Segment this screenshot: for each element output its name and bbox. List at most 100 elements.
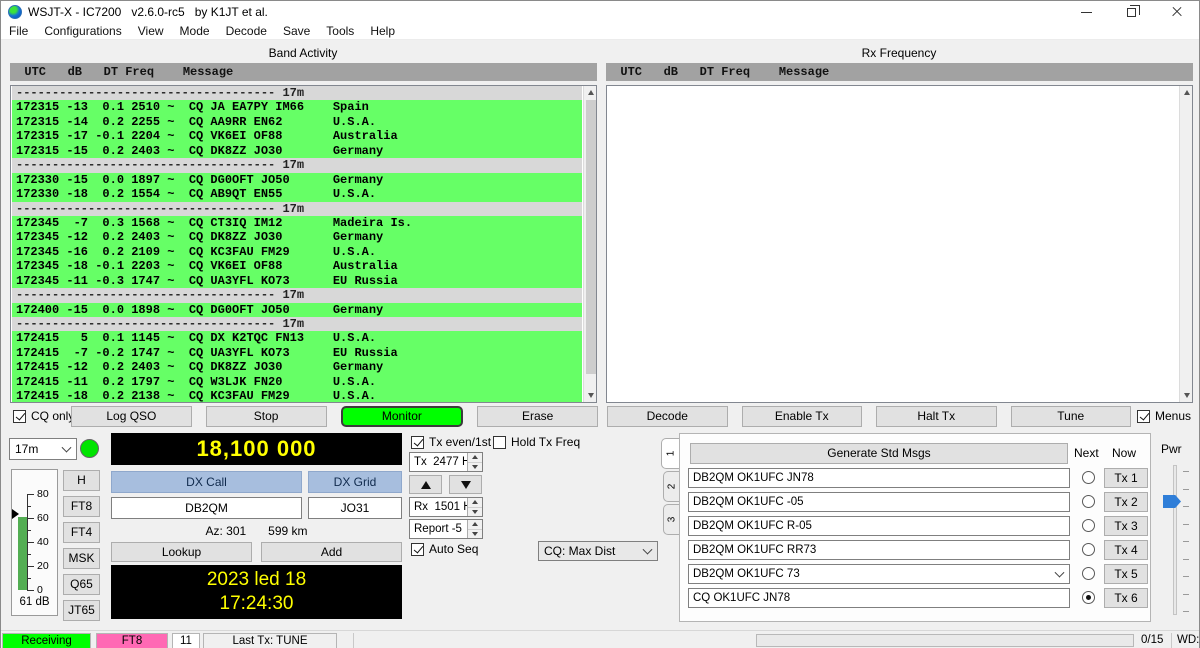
minimize-button[interactable] [1064,1,1109,23]
halt-tx-button[interactable]: Halt Tx [876,406,997,427]
spinner-arrows[interactable] [467,498,482,516]
next-radio-3[interactable] [1082,519,1095,532]
scroll-down-icon[interactable] [1180,389,1193,402]
erase-button[interactable]: Erase [477,406,598,427]
menu-configurations[interactable]: Configurations [36,23,129,39]
next-radio-5[interactable] [1082,567,1095,580]
scroll-up-icon[interactable] [1180,86,1193,99]
next-radio-6[interactable] [1082,591,1095,604]
enable-tx-button[interactable]: Enable Tx [742,406,863,427]
decode-row[interactable]: 172415 5 0.1 1145 ~ CQ DX K2TQC FN13 U.S… [12,331,582,345]
decode-button[interactable]: Decode [607,406,728,427]
decode-separator-row[interactable]: ------------------------------------ 17m [12,202,582,216]
decode-row[interactable]: 172415 -18 0.2 2138 ~ CQ KC3FAU FM29 U.S… [12,389,582,403]
dx-grid-field[interactable]: JO31 [308,497,402,519]
tx-up-button[interactable] [409,475,442,494]
tx-message-field-6[interactable]: CQ OK1UFC JN78 [688,588,1070,608]
decode-row[interactable]: 172345 -7 0.3 1568 ~ CQ CT3IQ IM12 Madei… [12,216,582,230]
pwr-slider-track[interactable] [1173,465,1177,615]
next-radio-2[interactable] [1082,495,1095,508]
tune-button[interactable]: Tune [1011,406,1132,427]
decode-row[interactable]: 172345 -11 -0.3 1747 ~ CQ UA3YFL KO73 EU… [12,274,582,288]
mode-button-jt65[interactable]: JT65 [63,600,100,621]
mode-button-ft8[interactable]: FT8 [63,496,100,517]
band-select[interactable]: 17m [9,438,77,460]
decode-separator-row[interactable]: ------------------------------------ 17m [12,86,582,100]
dx-call-field[interactable]: DB2QM [111,497,302,519]
scroll-down-icon[interactable] [584,389,597,402]
decode-separator-row[interactable]: ------------------------------------ 17m [12,288,582,302]
menu-file[interactable]: File [1,23,36,39]
tx-even-checkbox[interactable]: Tx even/1st [411,435,491,449]
message-tab-3[interactable]: 3 [663,504,679,535]
next-radio-1[interactable] [1082,471,1095,484]
decode-row[interactable]: 172315 -14 0.2 2255 ~ CQ AA9RR EN62 U.S.… [12,115,582,129]
spinner-arrows[interactable] [467,453,482,471]
menu-view[interactable]: View [130,23,172,39]
menu-decode[interactable]: Decode [218,23,275,39]
lookup-button[interactable]: Lookup [111,542,252,562]
tx6-button[interactable]: Tx 6 [1104,588,1148,608]
menu-tools[interactable]: Tools [318,23,362,39]
spinner-arrows[interactable] [467,520,482,538]
decode-row[interactable]: 172415 -12 0.2 2403 ~ CQ DK8ZZ JO30 Germ… [12,360,582,374]
next-radio-4[interactable] [1082,543,1095,556]
decode-separator-row[interactable]: ------------------------------------ 17m [12,317,582,331]
report-spinner[interactable]: Report -5 [409,519,483,539]
auto-seq-checkbox[interactable]: Auto Seq [411,542,478,556]
tx-offset-spinner[interactable]: Tx 2477 Hz [409,452,483,472]
message-tab-1[interactable]: 1 [661,438,679,469]
tx-message-field-1[interactable]: DB2QM OK1UFC JN78 [688,468,1070,488]
cq-mode-select[interactable]: CQ: Max Dist [538,541,658,561]
mode-button-q65[interactable]: Q65 [63,574,100,595]
frequency-display[interactable]: 18,100 000 [111,433,402,465]
menu-help[interactable]: Help [362,23,403,39]
decode-row[interactable]: 172400 -15 0.0 1898 ~ CQ DG0OFT JO50 Ger… [12,303,582,317]
cq-only-checkbox[interactable]: CQ only [13,409,74,423]
menus-checkbox[interactable]: Menus [1137,409,1191,423]
decode-row[interactable]: 172315 -15 0.2 2403 ~ CQ DK8ZZ JO30 Germ… [12,144,582,158]
hold-tx-freq-checkbox[interactable]: Hold Tx Freq [493,435,580,449]
tx2-button[interactable]: Tx 2 [1104,492,1148,512]
rig-status-lamp[interactable] [80,439,99,458]
decode-row[interactable]: 172345 -16 0.2 2109 ~ CQ KC3FAU FM29 U.S… [12,245,582,259]
menu-mode[interactable]: Mode [172,23,218,39]
decode-row[interactable]: 172330 -18 0.2 1554 ~ CQ AB9QT EN55 U.S.… [12,187,582,201]
tx-message-field-4[interactable]: DB2QM OK1UFC RR73 [688,540,1070,560]
decode-separator-row[interactable]: ------------------------------------ 17m [12,158,582,172]
menu-save[interactable]: Save [275,23,318,39]
pwr-tick [1183,506,1189,507]
decode-row[interactable]: 172315 -17 -0.1 2204 ~ CQ VK6EI OF88 Aus… [12,129,582,143]
rx-frequency-scrollbar[interactable] [1179,86,1192,402]
generate-std-msgs-button[interactable]: Generate Std Msgs [690,443,1068,464]
tx-down-button[interactable] [449,475,482,494]
scrollbar-thumb[interactable] [586,100,596,374]
decode-row[interactable]: 172330 -15 0.0 1897 ~ CQ DG0OFT JO50 Ger… [12,173,582,187]
restore-button[interactable] [1109,1,1154,23]
decode-row[interactable]: 172345 -12 0.2 2403 ~ CQ DK8ZZ JO30 Germ… [12,230,582,244]
tx-message-field-3[interactable]: DB2QM OK1UFC R-05 [688,516,1070,536]
tx1-button[interactable]: Tx 1 [1104,468,1148,488]
log-qso-button[interactable]: Log QSO [71,406,192,427]
band-activity-scrollbar[interactable] [583,86,596,402]
add-button[interactable]: Add [261,542,402,562]
mode-button-h[interactable]: H [63,470,100,491]
tx3-button[interactable]: Tx 3 [1104,516,1148,536]
stop-button[interactable]: Stop [206,406,327,427]
close-button[interactable] [1154,1,1199,23]
decode-row[interactable]: 172415 -7 -0.2 1747 ~ CQ UA3YFL KO73 EU … [12,346,582,360]
message-tab-2[interactable]: 2 [663,471,679,502]
rx-offset-spinner[interactable]: Rx 1501 Hz [409,497,483,517]
scroll-up-icon[interactable] [584,86,597,99]
mode-button-ft4[interactable]: FT4 [63,522,100,543]
tx5-button[interactable]: Tx 5 [1104,564,1148,584]
pwr-slider-handle[interactable] [1163,495,1181,508]
mode-button-msk[interactable]: MSK [63,548,100,569]
tx-message-field-5[interactable]: DB2QM OK1UFC 73 [688,564,1070,584]
decode-row[interactable]: 172345 -18 -0.1 2203 ~ CQ VK6EI OF88 Aus… [12,259,582,273]
decode-row[interactable]: 172415 -11 0.2 1797 ~ CQ W3LJK FN20 U.S.… [12,375,582,389]
tx4-button[interactable]: Tx 4 [1104,540,1148,560]
monitor-button[interactable]: Monitor [341,406,464,427]
decode-row[interactable]: 172315 -13 0.1 2510 ~ CQ JA EA7PY IM66 S… [12,100,582,114]
tx-message-field-2[interactable]: DB2QM OK1UFC -05 [688,492,1070,512]
